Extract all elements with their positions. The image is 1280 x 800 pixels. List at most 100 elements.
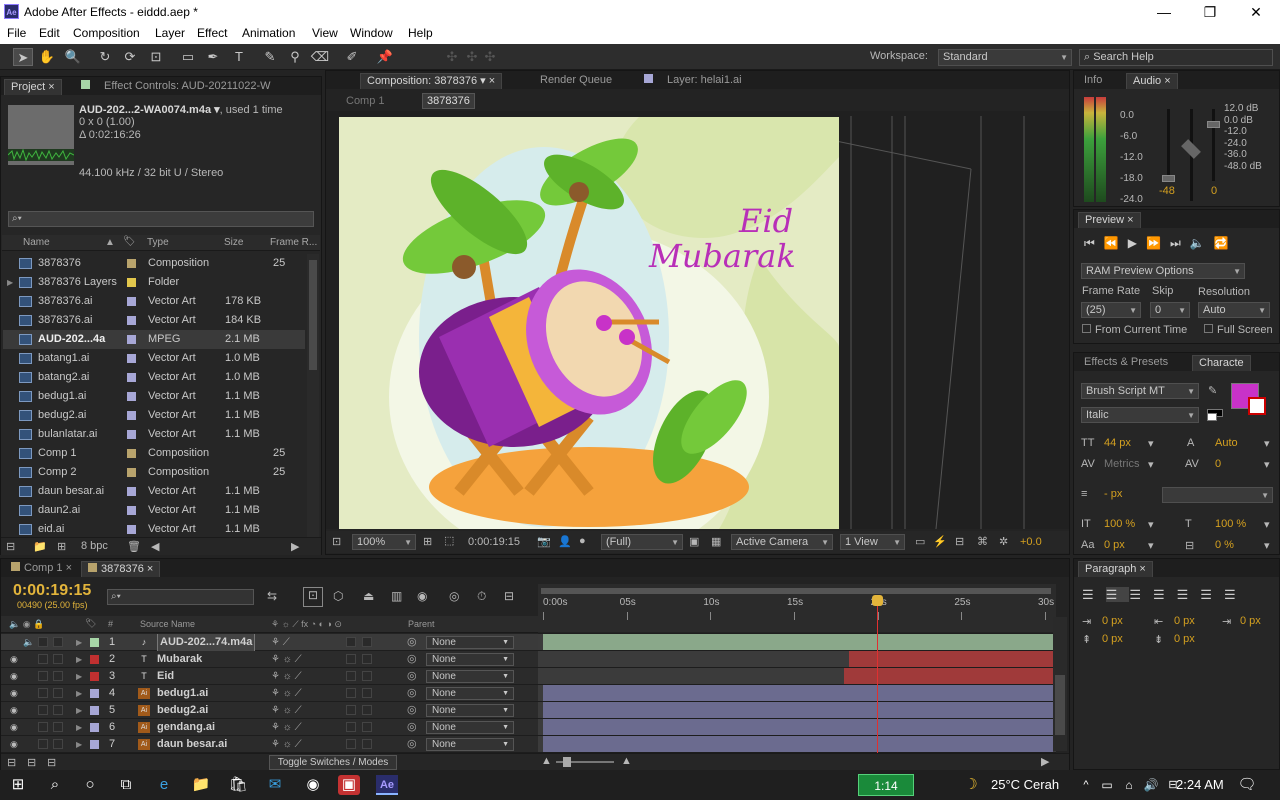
parent-pickwhip-icon[interactable]: ◎ xyxy=(407,634,417,651)
motion-blur-switch[interactable] xyxy=(346,637,356,647)
network-icon[interactable]: ⌂ xyxy=(1118,775,1140,795)
project-item[interactable]: 3878376.ai Vector Art 184 KB xyxy=(3,311,305,330)
expand-triangle-icon[interactable]: ▶ xyxy=(76,651,82,668)
justify-center-icon[interactable]: ☰ xyxy=(1177,587,1201,602)
full-screen-checkbox[interactable]: Full Screen xyxy=(1204,324,1273,336)
transparency-grid-icon[interactable]: ▦ xyxy=(711,535,721,548)
edge-browser-icon[interactable]: e xyxy=(153,775,175,795)
show-hidden-icons-icon[interactable]: ^ xyxy=(1075,775,1097,795)
layer-duration-bar[interactable] xyxy=(849,651,1053,667)
chevron-down-icon[interactable]: ▾ xyxy=(1264,518,1270,531)
scroll-right-icon[interactable]: ▶ xyxy=(1041,755,1049,768)
layer-row[interactable]: ◉ ▶ 7 Ai daun besar.ai ⚘ ☼ ⟋ ◎ None ▼ xyxy=(1,736,538,753)
layer-name[interactable]: gendang.ai xyxy=(157,719,215,736)
menu-file[interactable]: File xyxy=(7,26,26,40)
cortana-icon[interactable]: ○ xyxy=(79,775,101,795)
parent-pickwhip-icon[interactable]: ◎ xyxy=(407,736,417,753)
parent-pickwhip-icon[interactable]: ◎ xyxy=(407,685,417,702)
project-item[interactable]: ▶ 3878376 Layers Folder xyxy=(3,273,305,292)
interpret-footage-icon[interactable]: ⊟ xyxy=(6,540,15,553)
stroke-width-value[interactable]: - px xyxy=(1104,488,1122,500)
vertical-scale-value[interactable]: 100 % xyxy=(1104,518,1135,530)
pan-behind-tool-icon[interactable]: ⊡ xyxy=(146,48,166,66)
space-before-value[interactable]: 0 px xyxy=(1102,633,1123,645)
time-ruler[interactable]: 0:00s05s10s15s20s25s30s xyxy=(538,584,1056,632)
parent-select[interactable]: None ▼ xyxy=(426,687,514,700)
layer-duration-bar[interactable] xyxy=(843,668,1053,684)
live-update-icon[interactable]: ⊟ xyxy=(504,589,514,603)
fast-previews-icon[interactable]: ⚡ xyxy=(933,535,947,548)
lock-switch[interactable] xyxy=(53,705,63,715)
align-left-icon[interactable]: ☰ xyxy=(1082,587,1106,602)
camera-select[interactable]: Active Camera ▼ xyxy=(731,534,833,550)
magnification-select[interactable]: 100% ▼ xyxy=(352,534,416,550)
timeline-scrollbar[interactable] xyxy=(1053,617,1067,751)
master-volume-slider[interactable] xyxy=(1181,139,1201,159)
axis-mode-local-icon[interactable]: ✣ xyxy=(442,48,462,66)
project-item[interactable]: 3878376 Composition 25 xyxy=(3,254,305,273)
camera-tool-icon[interactable]: ⟳ xyxy=(120,48,140,66)
always-preview-icon[interactable]: ⊡ xyxy=(332,535,341,548)
workspace-select[interactable]: Standard ▼ xyxy=(938,49,1072,66)
frame-rate-select[interactable]: (25) ▼ xyxy=(1081,302,1141,318)
battery-timer-badge[interactable]: 1:14 xyxy=(858,774,914,796)
clock[interactable]: 2:24 AM xyxy=(1176,777,1224,792)
motion-blur-switch[interactable] xyxy=(346,688,356,698)
rectangle-tool-icon[interactable]: ▭ xyxy=(178,48,198,66)
menu-window[interactable]: Window xyxy=(350,26,393,40)
parent-pickwhip-icon[interactable]: ◎ xyxy=(407,719,417,736)
tab-preview[interactable]: Preview × xyxy=(1078,212,1141,228)
rotation-tool-icon[interactable]: ↻ xyxy=(95,48,115,66)
label-color-swatch[interactable] xyxy=(127,259,136,268)
project-item[interactable]: AUD-202...4a MPEG 2.1 MB xyxy=(3,330,305,349)
project-item[interactable]: batang2.ai Vector Art 1.0 MB xyxy=(3,368,305,387)
label-color-swatch[interactable] xyxy=(127,354,136,363)
label-color-swatch[interactable] xyxy=(127,335,136,344)
layer-label-color[interactable] xyxy=(90,723,99,732)
expand-triangle-icon[interactable]: ▶ xyxy=(76,685,82,702)
lock-switch[interactable] xyxy=(53,637,63,647)
layer-label-color[interactable] xyxy=(90,689,99,698)
adjustment-switch[interactable] xyxy=(362,688,372,698)
space-after-value[interactable]: 0 px xyxy=(1174,633,1195,645)
solo-switch[interactable] xyxy=(38,722,48,732)
column-source-name[interactable]: Source Name xyxy=(140,619,195,629)
layer-switches[interactable]: ⚘ ☼ ⟋ xyxy=(271,702,302,719)
layer-row[interactable]: ◉ ▶ 6 Ai gendang.ai ⚘ ☼ ⟋ ◎ None ▼ xyxy=(1,719,538,736)
layer-row[interactable]: ◉ ▶ 4 Ai bedug1.ai ⚘ ☼ ⟋ ◎ None ▼ xyxy=(1,685,538,702)
project-item[interactable]: Comp 2 Composition 25 xyxy=(3,463,305,482)
motion-blur-switch[interactable] xyxy=(346,671,356,681)
layer-switches[interactable]: ⚘ ☼ ⟋ xyxy=(271,736,302,753)
expand-in-out-icon[interactable]: ⊟ xyxy=(47,756,56,769)
label-color-swatch[interactable] xyxy=(127,373,136,382)
timeline-search-input[interactable]: ⌕▾ xyxy=(107,589,254,605)
layer-row[interactable]: ◉ ▶ 2 T Mubarak ⚘ ☼ ⟋ ◎ None ▼ xyxy=(1,651,538,668)
tab-main-timeline[interactable]: 3878376 × xyxy=(81,561,161,577)
stroke-color-swatch[interactable] xyxy=(1248,397,1266,415)
lock-switch[interactable] xyxy=(53,688,63,698)
layer-switches[interactable]: ⚘ ☼ ⟋ xyxy=(271,668,302,685)
task-view-icon[interactable]: ⧉ xyxy=(115,775,137,795)
file-explorer-icon[interactable]: 📁 xyxy=(190,775,212,795)
project-item[interactable]: batang1.ai Vector Art 1.0 MB xyxy=(3,349,305,368)
column-name[interactable]: Name xyxy=(23,237,50,248)
color-channels-icon[interactable]: ● xyxy=(579,535,586,547)
project-item[interactable]: bulanlatar.ai Vector Art 1.1 MB xyxy=(3,425,305,444)
menu-animation[interactable]: Animation xyxy=(242,26,295,40)
project-item[interactable]: bedug2.ai Vector Art 1.1 MB xyxy=(3,406,305,425)
menu-edit[interactable]: Edit xyxy=(39,26,60,40)
column-size[interactable]: Size xyxy=(224,237,243,248)
eye-icon[interactable]: ◉ xyxy=(10,702,18,719)
flowchart-icon[interactable]: ⌘ xyxy=(977,535,988,548)
mask-visibility-icon[interactable]: ⬚ xyxy=(444,534,454,547)
layer-row[interactable]: 🔈 ▶ 1 ♪ AUD-202...74.m4a ⚘ ⟋ ◎ None ▼ xyxy=(1,634,538,652)
app-red-icon[interactable]: ▣ xyxy=(338,775,360,795)
reset-exposure-icon[interactable]: ✲ xyxy=(999,535,1008,548)
expand-switches-icon[interactable]: ⊟ xyxy=(7,756,16,769)
breadcrumb-comp1[interactable]: Comp 1 xyxy=(346,95,385,107)
scroll-right-icon[interactable]: ▶ xyxy=(291,540,299,553)
adjustment-switch[interactable] xyxy=(362,671,372,681)
composition-viewer[interactable]: Eid Mubarak xyxy=(326,111,1069,529)
label-color-swatch[interactable] xyxy=(127,506,136,515)
right-volume-slider[interactable] xyxy=(1207,121,1220,128)
